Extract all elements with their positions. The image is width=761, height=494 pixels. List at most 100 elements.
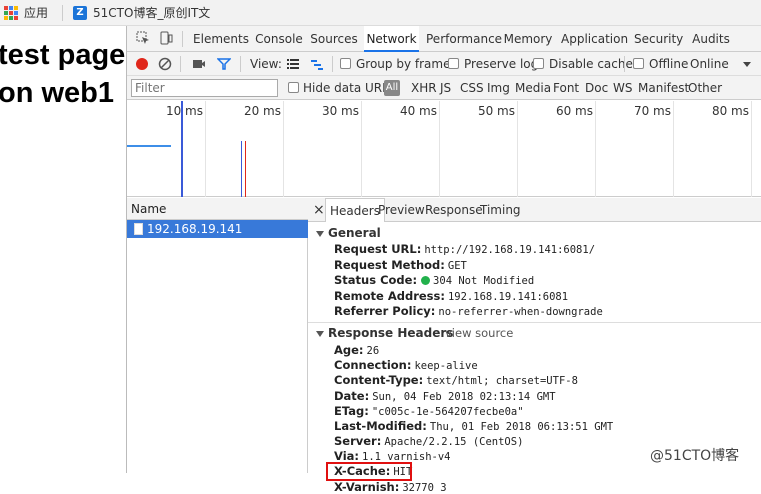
- tab-application[interactable]: Application: [561, 26, 628, 52]
- filter-css[interactable]: CSS: [460, 76, 484, 100]
- header-value: Sun, 04 Feb 2018 02:13:14 GMT: [372, 391, 556, 403]
- response-header-row: Last-Modified: Thu, 01 Feb 2018 06:13:51 …: [334, 419, 613, 433]
- header-key: Remote Address:: [334, 289, 445, 303]
- bookmark-site[interactable]: 51CTO博客_原创IT文: [93, 4, 210, 21]
- filter-img[interactable]: Img: [487, 76, 510, 100]
- devtools-tabbar: Elements Console Sources Network Perform…: [127, 26, 761, 52]
- timeline-gridline: [595, 101, 596, 197]
- header-value: 192.168.19.141:6081: [447, 291, 569, 303]
- filter-all-button[interactable]: All: [384, 80, 400, 96]
- tab-headers[interactable]: Headers: [325, 198, 385, 222]
- header-value: 32770 3: [402, 482, 447, 494]
- tab-network[interactable]: Network: [364, 26, 419, 52]
- tab-elements[interactable]: Elements: [193, 26, 249, 52]
- filter-other[interactable]: Other: [688, 76, 722, 100]
- device-toolbar-icon[interactable]: [159, 31, 173, 45]
- throttling-select[interactable]: Online: [690, 52, 729, 76]
- filter-ws[interactable]: WS: [613, 76, 632, 100]
- name-column-header[interactable]: Name: [127, 198, 308, 220]
- offline-label: Offline: [649, 57, 689, 71]
- tab-timing[interactable]: Timing: [480, 198, 521, 222]
- response-header-row: Date: Sun, 04 Feb 2018 02:13:14 GMT: [334, 389, 556, 403]
- filter-icon[interactable]: [217, 57, 231, 71]
- network-toolbar: View: Group by frame Preserve log Disabl…: [127, 52, 761, 76]
- filter-xhr[interactable]: XHR: [411, 76, 437, 100]
- filter-input[interactable]: [131, 79, 278, 97]
- offline-checkbox[interactable]: [633, 58, 644, 69]
- header-key: Request Method:: [334, 258, 445, 272]
- hide-data-urls-checkbox[interactable]: [288, 82, 299, 93]
- section-divider: [308, 322, 761, 323]
- toolbar-separator: [180, 56, 181, 72]
- view-label: View:: [250, 57, 282, 71]
- header-key: Age:: [334, 343, 364, 357]
- timeline-label: 10 ms: [165, 104, 203, 118]
- close-details-button[interactable]: ×: [313, 198, 325, 222]
- tab-audits[interactable]: Audits: [690, 26, 732, 52]
- header-key: Date:: [334, 389, 370, 403]
- hide-data-urls-label: Hide data URLs: [303, 81, 396, 95]
- header-key: Status Code:: [334, 273, 418, 287]
- header-value: 26: [366, 345, 380, 357]
- timeline-label: 60 ms: [555, 104, 593, 118]
- filter-font[interactable]: Font: [553, 76, 579, 100]
- timeline-gridline: [439, 101, 440, 197]
- header-value: text/html; charset=UTF-8: [426, 375, 578, 387]
- timeline-label: 30 ms: [321, 104, 359, 118]
- referrer-policy-row: Referrer Policy: no-referrer-when-downgra…: [334, 304, 603, 318]
- network-overview-timeline[interactable]: 10 ms 20 ms 30 ms 40 ms 50 ms 60 ms 70 m…: [127, 101, 761, 197]
- tab-response[interactable]: Response: [425, 198, 483, 222]
- tab-sources[interactable]: Sources: [310, 26, 358, 52]
- header-key: Content-Type:: [334, 373, 424, 387]
- clear-icon[interactable]: [158, 57, 172, 71]
- record-icon[interactable]: [135, 57, 149, 71]
- request-url-row: Request URL: http://192.168.19.141:6081/: [334, 242, 595, 256]
- header-value: 304 Not Modified: [433, 275, 535, 287]
- header-value: keep-alive: [414, 360, 478, 372]
- load-marker: [241, 141, 242, 197]
- apps-grid-icon[interactable]: [4, 5, 18, 20]
- overview-waterfall-icon[interactable]: [310, 57, 324, 71]
- response-headers-section-header[interactable]: Response Headers: [316, 326, 453, 340]
- large-rows-icon[interactable]: [286, 57, 300, 71]
- request-name: 192.168.19.141: [147, 222, 243, 236]
- request-row[interactable]: 192.168.19.141: [127, 220, 308, 238]
- filter-media[interactable]: Media: [515, 76, 551, 100]
- timeline-label: 80 ms: [711, 104, 749, 118]
- tab-preview[interactable]: Preview: [378, 198, 425, 222]
- header-value: no-referrer-when-downgrade: [438, 306, 603, 318]
- timeline-gridline: [751, 101, 752, 197]
- inspect-element-icon[interactable]: [136, 31, 150, 45]
- timeline-label: 50 ms: [477, 104, 515, 118]
- capture-screenshots-icon[interactable]: [192, 57, 206, 71]
- bookmark-apps[interactable]: 应用: [24, 4, 48, 21]
- response-header-row: X-Varnish: 32770 3: [334, 480, 447, 494]
- header-key: Via:: [334, 449, 359, 463]
- filter-doc[interactable]: Doc: [585, 76, 608, 100]
- request-list: Name 192.168.19.141: [127, 198, 308, 473]
- filter-js[interactable]: JS: [440, 76, 451, 100]
- group-by-frame-label: Group by frame: [356, 57, 451, 71]
- preserve-log-checkbox[interactable]: [448, 58, 459, 69]
- tab-console[interactable]: Console: [254, 26, 304, 52]
- tab-memory[interactable]: Memory: [502, 26, 554, 52]
- collapse-triangle-icon: [316, 230, 324, 237]
- chevron-down-icon[interactable]: [740, 57, 754, 71]
- view-source-link[interactable]: view source: [445, 326, 513, 340]
- response-header-row: Server: Apache/2.2.15 (CentOS): [334, 434, 523, 448]
- dom-content-loaded-marker: [181, 101, 183, 197]
- page-viewport: test page on web1: [0, 26, 126, 473]
- disable-cache-checkbox[interactable]: [533, 58, 544, 69]
- timeline-gridline: [361, 101, 362, 197]
- header-key: Last-Modified:: [334, 419, 427, 433]
- header-value: http://192.168.19.141:6081/: [424, 244, 596, 256]
- tab-performance[interactable]: Performance: [426, 26, 502, 52]
- response-header-row: Content-Type: text/html; charset=UTF-8: [334, 373, 578, 387]
- timeline-gridline: [205, 101, 206, 197]
- group-by-frame-checkbox[interactable]: [340, 58, 351, 69]
- header-value: "c005c-1e-564207fecbe0a": [371, 406, 524, 418]
- response-headers-title: Response Headers: [328, 326, 454, 340]
- general-section-header[interactable]: General: [316, 226, 381, 240]
- filter-manifest[interactable]: Manifest: [638, 76, 689, 100]
- tab-security[interactable]: Security: [634, 26, 683, 52]
